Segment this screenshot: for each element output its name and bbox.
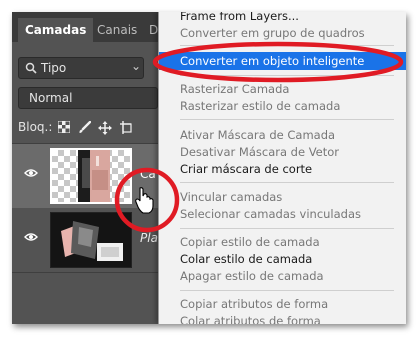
- highlight-circle-menu-item: [152, 41, 404, 83]
- annotation-overlay: [114, 41, 404, 233]
- hand-pointer-icon: [135, 187, 154, 214]
- screenshot-frame: Camadas Canais D Tipo ⌄ Normal Bloq.: Ca…: [12, 12, 406, 324]
